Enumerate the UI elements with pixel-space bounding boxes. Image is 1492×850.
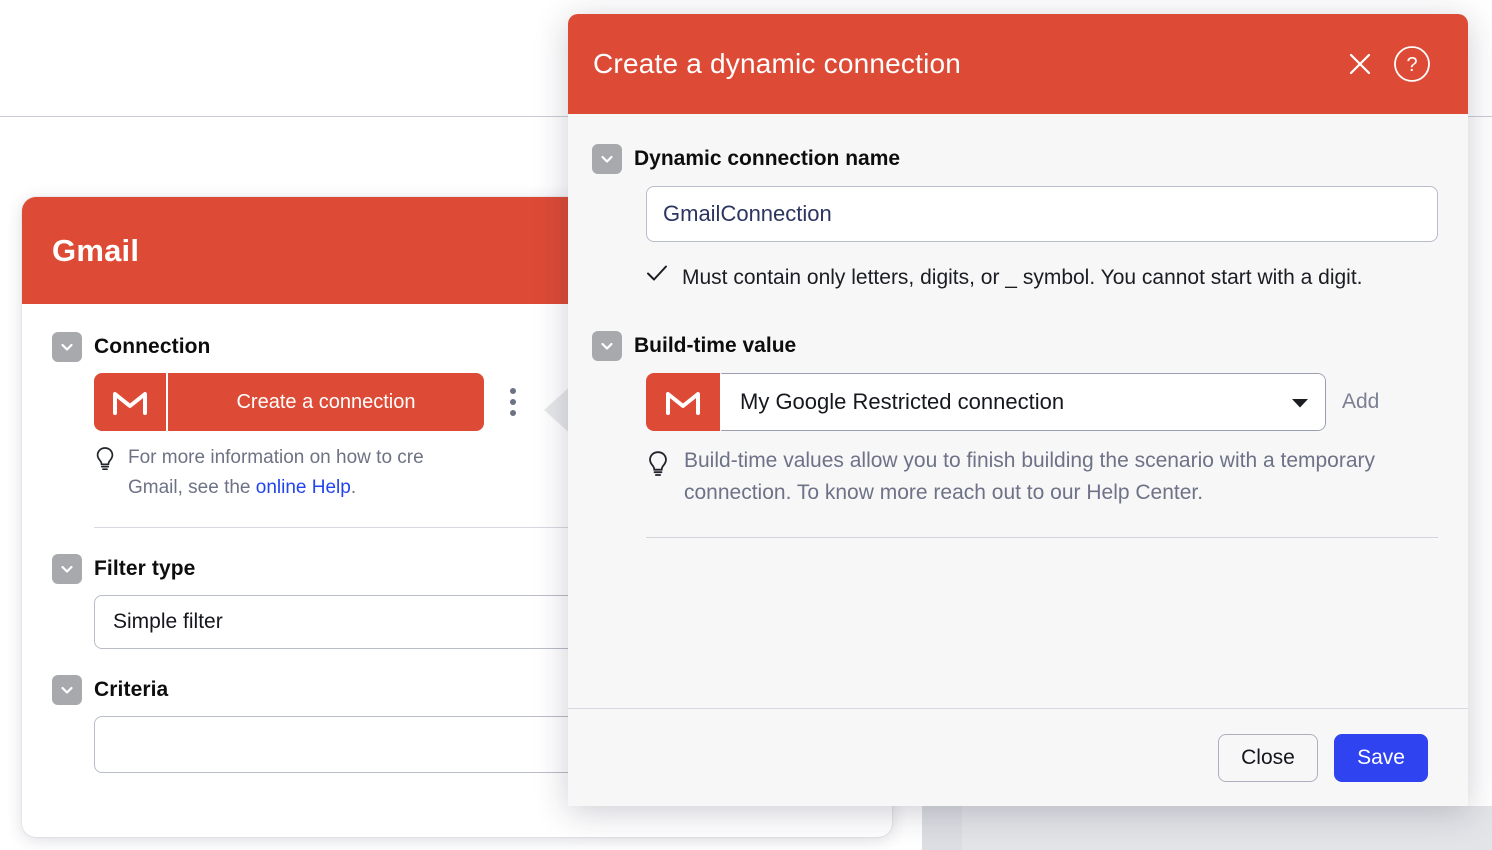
save-button[interactable]: Save [1334,733,1428,782]
svg-text:?: ? [1406,54,1417,76]
build-time-value-content: My Google Restricted connection Add Buil… [592,373,1438,538]
chevron-down-icon[interactable] [592,331,622,361]
field-criteria-label: Criteria [94,678,169,701]
create-connection-label: Create a connection [236,390,416,413]
lightbulb-icon [94,443,116,503]
build-time-value-field: Build-time value My Google Restricted co… [592,331,1438,538]
chevron-down-icon[interactable] [592,144,622,174]
build-time-connection-selected-value: My Google Restricted connection [740,389,1065,414]
question-circle-icon[interactable]: ? [1390,42,1434,86]
create-connection-button[interactable]: Create a connection [94,373,484,431]
dynamic-connection-name-content: GmailConnection Must contain only letter… [592,186,1438,297]
build-time-connection-select[interactable]: My Google Restricted connection [720,373,1326,431]
modal-title: Create a dynamic connection [593,48,962,79]
gmail-m-icon [646,373,720,431]
dynamic-connection-name-field: Dynamic connection name GmailConnection … [592,144,1438,297]
dynamic-connection-name-value: GmailConnection [663,201,832,226]
modal-header: Create a dynamic connection ? [568,14,1468,114]
dynamic-connection-name-input[interactable]: GmailConnection [646,186,1438,242]
dynamic-connection-name-validation: Must contain only letters, digits, or _ … [646,258,1438,297]
create-dynamic-connection-modal: Create a dynamic connection ? Dynamic co… [568,14,1468,806]
connection-hint-text: For more information on how to cre Gmail… [128,443,424,503]
chevron-down-icon[interactable] [52,554,82,584]
connection-hint-line1: For more information on how to cre [128,447,424,468]
build-time-value-hint: Build-time values allow you to finish bu… [646,445,1438,509]
connection-hint-suffix: . [350,477,357,498]
modal-section-divider [646,537,1438,538]
modal-footer: Close Save [568,708,1468,806]
gmail-m-icon [94,373,168,431]
build-time-value-hint-text: Build-time values allow you to finish bu… [684,449,1376,504]
app-root: Gmail Connection Create a connection For… [0,0,1492,850]
build-time-value-header: Build-time value [592,331,1438,361]
dynamic-connection-name-label: Dynamic connection name [634,147,901,170]
connection-hint-line2-prefix: Gmail, see the [128,477,256,498]
chevron-down-icon [1291,389,1309,415]
build-time-connection-combo[interactable]: My Google Restricted connection [646,373,1326,431]
dynamic-connection-name-header: Dynamic connection name [592,144,1438,174]
field-filter-type-label: Filter type [94,557,196,580]
chevron-down-icon[interactable] [52,332,82,362]
chevron-down-icon[interactable] [52,675,82,705]
check-icon [646,258,668,297]
background-bottom-panel-edge [922,806,962,850]
filter-type-value: Simple filter [113,610,223,633]
close-button[interactable]: Close [1218,733,1318,782]
add-connection-button[interactable]: Add [1342,390,1379,414]
modal-body: Dynamic connection name GmailConnection … [568,114,1468,708]
lightbulb-icon [646,445,670,509]
online-help-link[interactable]: online Help [256,477,351,498]
dynamic-connection-name-validation-text: Must contain only letters, digits, or _ … [682,266,1363,289]
connection-more-options-icon[interactable] [498,382,528,422]
close-icon[interactable] [1338,42,1382,86]
field-connection-label: Connection [94,335,211,358]
module-title: Gmail [52,232,140,268]
build-time-value-label: Build-time value [634,334,797,357]
build-time-value-row: My Google Restricted connection Add [646,373,1438,431]
background-bottom-panel [922,806,1492,850]
